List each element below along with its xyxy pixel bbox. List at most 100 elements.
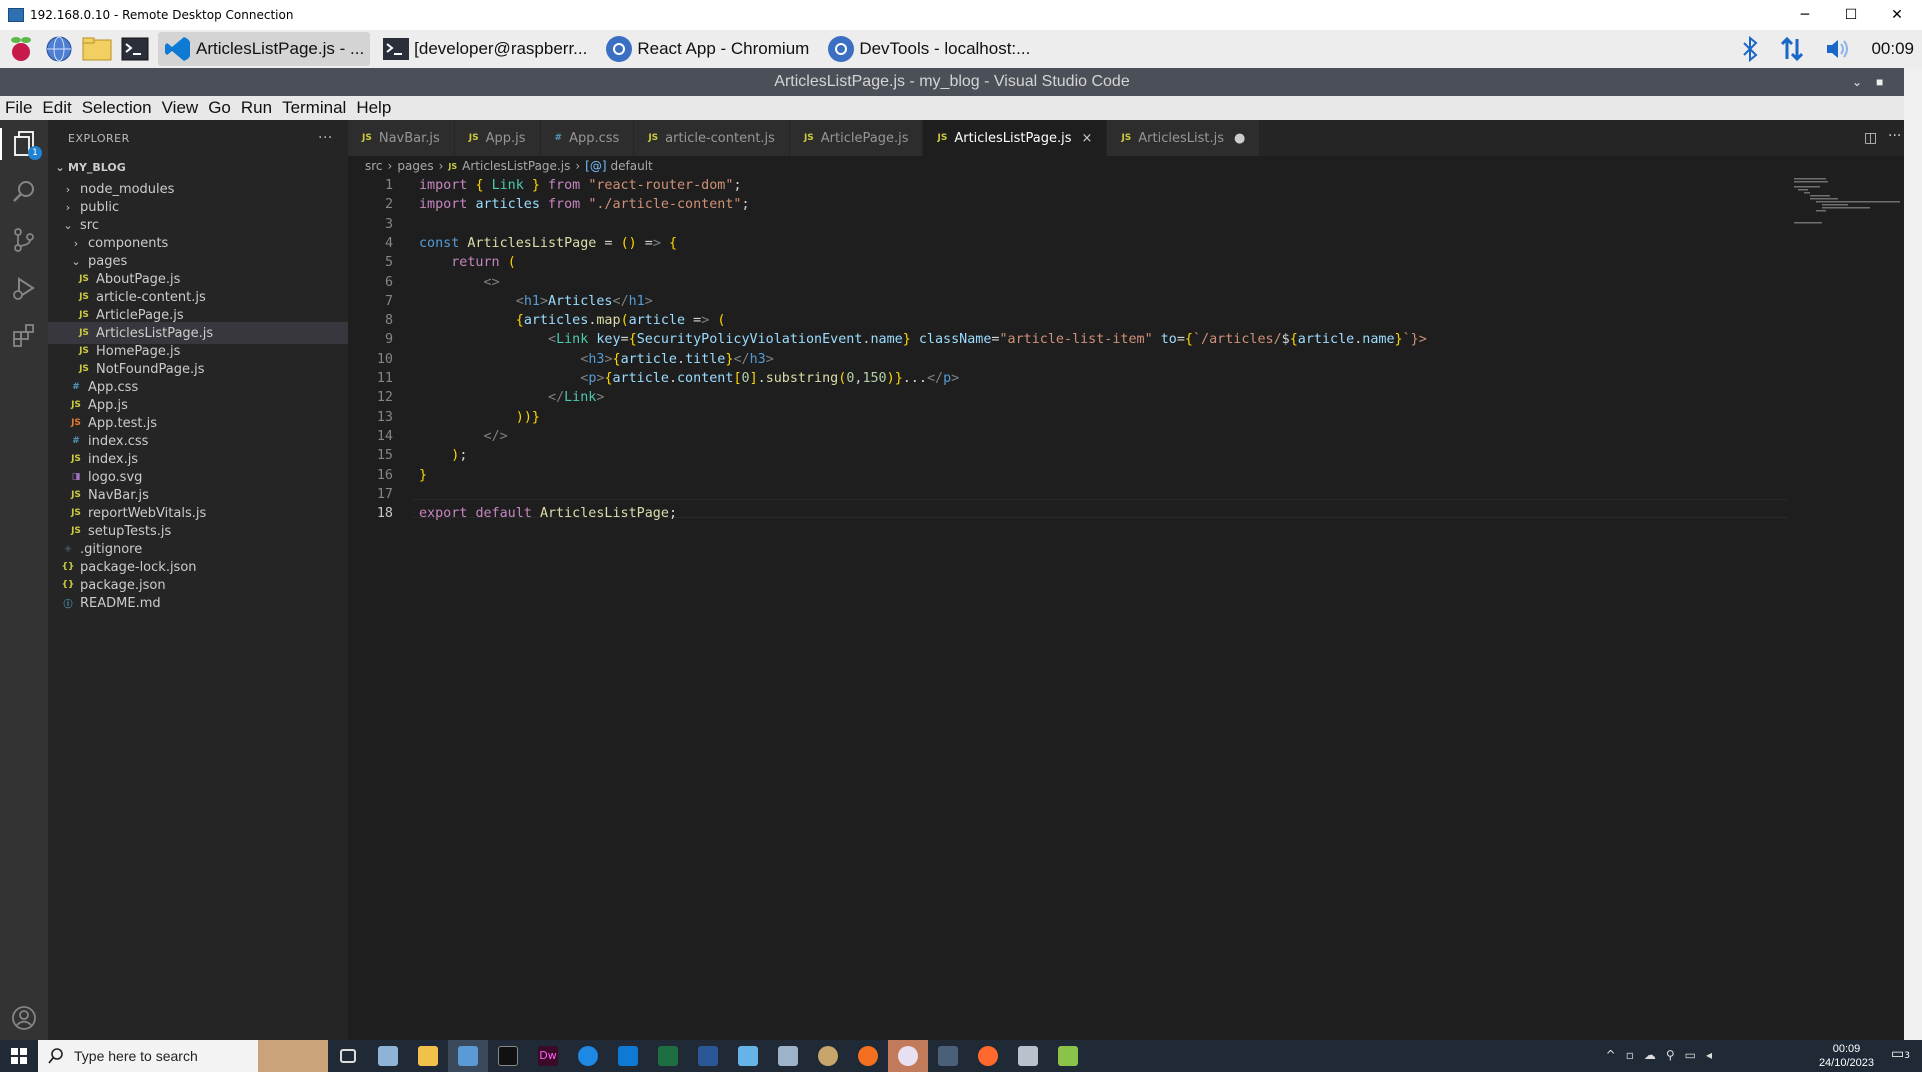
windows-start-icon[interactable]: [0, 1040, 38, 1072]
source-control-icon[interactable]: [8, 224, 40, 256]
task-terminal[interactable]: [developer@raspberr...: [376, 32, 593, 66]
menu-selection[interactable]: Selection: [77, 98, 157, 118]
minimize-button[interactable]: ─: [1782, 0, 1828, 30]
compass-app-icon[interactable]: [968, 1040, 1008, 1072]
chromium-icon: [828, 36, 855, 62]
notepad-icon[interactable]: [1048, 1040, 1088, 1072]
file-manager-icon[interactable]: [80, 32, 114, 66]
js-file-icon: JS: [79, 274, 89, 284]
line-number: 4: [384, 235, 393, 251]
vertical-scrollbar[interactable]: [1904, 68, 1922, 1040]
search-icon[interactable]: [8, 176, 40, 208]
line-number: 9: [384, 332, 393, 348]
task-devtools[interactable]: DevTools - localhost:...: [821, 32, 1036, 66]
menu-file[interactable]: File: [0, 98, 37, 118]
remote-desktop-app-icon[interactable]: [448, 1040, 488, 1072]
menu-help[interactable]: Help: [351, 98, 396, 118]
extensions-icon[interactable]: [8, 320, 40, 352]
line-number: 5: [384, 255, 393, 271]
vscode-taskbar-icon[interactable]: [608, 1040, 648, 1072]
network-app-icon[interactable]: [728, 1040, 768, 1072]
chevron-right-icon: ›: [65, 182, 71, 196]
file-explorer-icon[interactable]: [408, 1040, 448, 1072]
breadcrumb-item[interactable]: ArticlesListPage.js: [462, 159, 570, 173]
paint-icon[interactable]: [808, 1040, 848, 1072]
editor-tab[interactable]: JS NavBar.js: [348, 120, 455, 156]
menu-edit[interactable]: Edit: [37, 98, 76, 118]
explorer-more-button[interactable]: ···: [318, 130, 333, 146]
tree-item-label: NavBar.js: [88, 487, 149, 503]
tree-item-label: src: [80, 217, 99, 233]
tree-file[interactable]: ⓘ README.md: [48, 592, 348, 614]
account-icon[interactable]: [8, 1002, 40, 1034]
restore-icon[interactable]: ■: [1876, 68, 1883, 96]
breadcrumb-item[interactable]: default: [611, 159, 653, 173]
tree-item-label: index.css: [88, 433, 149, 449]
editor-more-icon[interactable]: ···: [1888, 128, 1901, 144]
minimap[interactable]: [1790, 176, 1900, 236]
pi-taskbar: ArticlesListPage.js - ... [developer@ras…: [0, 30, 1922, 68]
js-file-icon: JS: [79, 346, 89, 356]
task-label: React App - Chromium: [637, 39, 810, 58]
unsaved-dot-icon[interactable]: ●: [1234, 131, 1245, 146]
editor-tab[interactable]: JS ArticlePage.js: [789, 120, 924, 156]
terminal-launcher-icon[interactable]: [118, 32, 152, 66]
task-label: DevTools - localhost:...: [859, 39, 1031, 58]
explorer-icon[interactable]: 1: [0, 128, 48, 160]
raspberry-menu-icon[interactable]: [4, 32, 38, 66]
taskbar-app-icon[interactable]: [368, 1040, 408, 1072]
split-editor-icon[interactable]: ◫: [1864, 130, 1877, 146]
editor-tab[interactable]: JS ArticlesListPage.js ×: [923, 120, 1108, 156]
maximize-button[interactable]: ☐: [1828, 0, 1874, 30]
chevron-right-icon: ›: [65, 200, 71, 214]
breadcrumb-item[interactable]: pages: [397, 159, 433, 173]
app-circle-icon[interactable]: [848, 1040, 888, 1072]
rdp-title-bar: 192.168.0.10 - Remote Desktop Connection…: [0, 0, 1922, 30]
chevron-down-icon[interactable]: ⌄: [1852, 68, 1862, 96]
menu-run[interactable]: Run: [236, 98, 277, 118]
word-icon[interactable]: [688, 1040, 728, 1072]
browser-globe-icon[interactable]: [42, 32, 76, 66]
task-chromium[interactable]: React App - Chromium: [599, 32, 815, 66]
editor-tab[interactable]: JS App.js: [454, 120, 541, 156]
network-arrows-icon[interactable]: [1781, 36, 1804, 62]
tree-root[interactable]: ⌄ MY_BLOG: [48, 156, 348, 178]
window-title: ArticlesListPage.js - my_blog - Visual S…: [774, 73, 1130, 90]
volume-icon[interactable]: [1825, 37, 1851, 61]
tree-item-label: pages: [88, 253, 128, 269]
line-content: </>: [483, 428, 508, 444]
editor-tabs: JS NavBar.js JS App.js # App.css JS article-con…: [348, 120, 1904, 156]
editor-tab[interactable]: JS ArticlesList.js ●: [1107, 120, 1261, 156]
computer-app-icon[interactable]: [768, 1040, 808, 1072]
notification-center-icon[interactable]: ▭3: [1891, 1046, 1910, 1062]
close-button[interactable]: ✕: [1874, 0, 1920, 30]
app-window-icon[interactable]: [1008, 1040, 1048, 1072]
editor-tab[interactable]: # App.css: [540, 120, 635, 156]
menu-terminal[interactable]: Terminal: [277, 98, 351, 118]
bluetooth-icon[interactable]: [1741, 36, 1759, 62]
menu-go[interactable]: Go: [203, 98, 236, 118]
firefox-icon[interactable]: [568, 1040, 608, 1072]
tree-item-label: ArticlePage.js: [96, 307, 184, 323]
excel-icon[interactable]: [648, 1040, 688, 1072]
menu-view[interactable]: View: [157, 98, 204, 118]
task-view-icon[interactable]: [328, 1040, 368, 1072]
taskbar-search[interactable]: Type here to search: [38, 1040, 328, 1072]
editor-tab[interactable]: JS article-content.js: [634, 120, 790, 156]
line-number: 8: [384, 313, 393, 329]
app-photo-icon[interactable]: [928, 1040, 968, 1072]
windows-clock[interactable]: 00:09 24/10/2023: [1819, 1042, 1874, 1070]
close-icon[interactable]: ×: [1082, 131, 1093, 146]
tray-icons[interactable]: ^▫☁⚲▭◂: [1606, 1048, 1722, 1062]
run-debug-icon[interactable]: [8, 272, 40, 304]
tree-item-label: NotFoundPage.js: [96, 361, 205, 377]
line-number: 10: [376, 351, 393, 367]
breadcrumb-item[interactable]: src: [365, 159, 383, 173]
line-content: <h1>Articles</h1>: [515, 293, 653, 309]
task-vscode[interactable]: ArticlesListPage.js - ...: [158, 32, 371, 66]
tree-item-label: setupTests.js: [88, 523, 172, 539]
dreamweaver-icon[interactable]: Dw: [528, 1040, 568, 1072]
cmd-icon[interactable]: [488, 1040, 528, 1072]
git-file-icon: ◈: [64, 544, 72, 554]
slack-icon[interactable]: [888, 1040, 928, 1072]
